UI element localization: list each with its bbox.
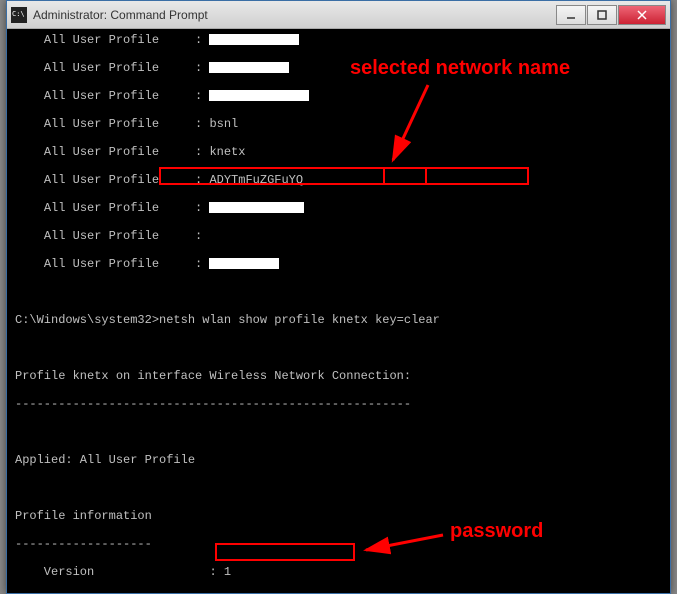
profile-row: All User Profile : xyxy=(15,201,662,215)
titlebar[interactable]: Administrator: Command Prompt xyxy=(7,1,670,29)
close-button[interactable] xyxy=(618,5,666,25)
section-header: Profile information xyxy=(15,509,662,523)
blank-line xyxy=(15,285,662,299)
profile-row: All User Profile : xyxy=(15,229,662,243)
maximize-button[interactable] xyxy=(587,5,617,25)
terminal-output[interactable]: All User Profile : All User Profile : Al… xyxy=(7,29,670,593)
window-controls xyxy=(555,5,666,25)
applied-line: Applied: All User Profile xyxy=(15,453,662,467)
blank-line xyxy=(15,481,662,495)
profile-row: All User Profile : knetx xyxy=(15,145,662,159)
command-line: C:\Windows\system32>netsh wlan show prof… xyxy=(15,313,662,327)
profile-row: All User Profile : xyxy=(15,61,662,75)
profile-row: All User Profile : xyxy=(15,33,662,47)
kv-row: Version : 1 xyxy=(15,565,662,579)
minimize-button[interactable] xyxy=(556,5,586,25)
profile-row: All User Profile : bsnl xyxy=(15,117,662,131)
window-title: Administrator: Command Prompt xyxy=(33,8,555,22)
command-prompt-window: Administrator: Command Prompt All User P… xyxy=(6,0,671,594)
blank-line xyxy=(15,341,662,355)
divider: ----------------------------------------… xyxy=(15,397,662,411)
output-header: Profile knetx on interface Wireless Netw… xyxy=(15,369,662,383)
profile-row: All User Profile : xyxy=(15,89,662,103)
cmd-icon xyxy=(11,7,27,23)
blank-line xyxy=(15,425,662,439)
profile-row: All User Profile : ADYTmFuZGFuYQ xyxy=(15,173,662,187)
section-underline: ------------------- xyxy=(15,537,662,551)
profile-row: All User Profile : xyxy=(15,257,662,271)
